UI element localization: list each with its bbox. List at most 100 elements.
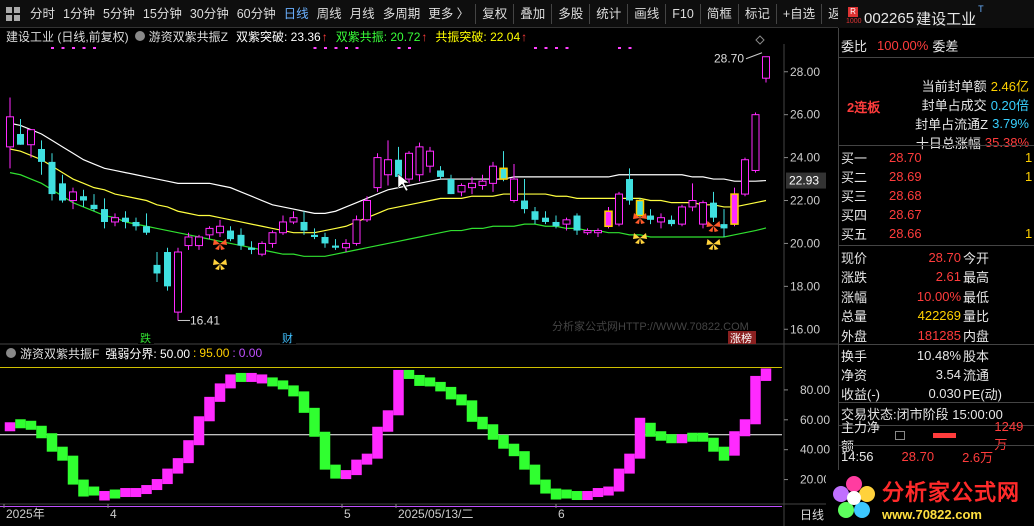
- kline-chart[interactable]: 16.00 18.00 20.00 22.00 24.00 26.00 28.00 22.93…: [0, 28, 838, 526]
- weibi-label: 委比: [841, 39, 868, 54]
- candle-body: [38, 149, 45, 162]
- indicator-bar: [183, 440, 194, 464]
- watermark-text: 分析家公式网HTTP://WWW.70822.COM: [552, 319, 749, 333]
- tool-button-6[interactable]: 简框: [703, 0, 736, 28]
- up-arrow-icon: ↑: [321, 29, 328, 44]
- tool-button-5[interactable]: F10: [668, 0, 698, 28]
- grid-menu-icon[interactable]: [6, 6, 20, 21]
- tab-period-3[interactable]: 15分钟: [139, 0, 186, 28]
- candle-body: [594, 230, 602, 234]
- candle-body: [510, 178, 518, 202]
- candle-body: [363, 200, 371, 221]
- signal-dot: [555, 47, 558, 49]
- tool-button-3[interactable]: 统计: [592, 0, 625, 28]
- price-header: 建设工业 (日线,前复权) 游资双紫共振Z 双紫突破: 23.36↑ 双紫共振: …: [0, 28, 527, 44]
- quote-value: 181285: [917, 327, 961, 343]
- settings-icon[interactable]: [134, 31, 145, 41]
- tab-period-4[interactable]: 30分钟: [186, 0, 233, 28]
- candle-body: [311, 234, 318, 237]
- indicator-bar: [120, 488, 131, 498]
- indicator-v3: 0.00: [238, 346, 263, 360]
- signal-dot: [565, 47, 569, 49]
- indicator-bar: [298, 391, 310, 413]
- bid-row[interactable]: 买三 28.68: [839, 186, 1034, 205]
- butterfly-yellow-icon: [213, 259, 227, 270]
- quote-label: 总量: [841, 309, 868, 325]
- indicator-tick-label: 80.00: [800, 383, 830, 397]
- period-tab-bottom[interactable]: 日线: [800, 506, 824, 523]
- tab-period-9[interactable]: 多周期: [379, 0, 425, 28]
- x-axis-label: 2025年: [6, 507, 45, 521]
- indicator-bar: [172, 458, 184, 474]
- candle-body: [384, 159, 392, 176]
- candle-body: [668, 219, 675, 225]
- tab-period-6[interactable]: 日线: [280, 0, 313, 28]
- bid-row[interactable]: 买五 28.66 1: [839, 224, 1034, 243]
- price-tick-label: 16.00: [790, 322, 820, 336]
- bid-price: 28.66: [889, 226, 922, 241]
- candle-body: [531, 211, 539, 220]
- candle-body: [27, 129, 35, 146]
- indicator-bar: [256, 374, 268, 384]
- stock-suffix: T: [978, 4, 984, 14]
- candle-body: [636, 200, 644, 216]
- diamond-icon: [755, 35, 765, 45]
- bid-label: 买一: [841, 151, 868, 166]
- tab-period-8[interactable]: 月线: [346, 0, 379, 28]
- label-zhangbang: 涨榜: [730, 331, 752, 345]
- indicator-bar: [246, 372, 257, 382]
- candle-body: [731, 194, 738, 225]
- capital-bar: [933, 433, 957, 438]
- bid-row[interactable]: 买四 28.67: [839, 205, 1034, 224]
- candle-body: [195, 236, 203, 247]
- indicator-bar: [571, 491, 583, 501]
- tool-button-1[interactable]: 叠加: [516, 0, 549, 28]
- tool-button-4[interactable]: 画线: [630, 0, 663, 28]
- app-window: 分时 1分钟 5分钟 15分钟 30分钟 60分钟 日线 周线 月线 多周期 更多 〉 复权 叠加 多股…: [0, 0, 1034, 526]
- capital-menu-icon[interactable]: [895, 431, 906, 440]
- tool-button-0[interactable]: 复权: [478, 0, 511, 28]
- tab-period-1[interactable]: 1分钟: [59, 0, 99, 28]
- stock-name: 建设工业: [916, 10, 977, 28]
- candle-body: [132, 221, 140, 227]
- candle-body: [626, 179, 633, 201]
- tool-button-7[interactable]: 标记: [741, 0, 774, 28]
- tool-button-8[interactable]: +自选: [779, 0, 819, 28]
- candle-body: [17, 133, 24, 145]
- tab-period-7[interactable]: 周线: [313, 0, 346, 28]
- indicator-bar: [498, 434, 509, 449]
- price-tick-label: 26.00: [790, 108, 820, 122]
- candle-body: [426, 150, 434, 167]
- indicator-name[interactable]: 游资双紫共振Z: [149, 28, 228, 45]
- indicator-bar: [603, 486, 614, 496]
- tab-period-10[interactable]: 更多 〉: [424, 0, 473, 28]
- bid-row[interactable]: 买一 28.70 1: [839, 148, 1034, 167]
- candle-body: [90, 204, 98, 210]
- butterfly-yellow-icon: [706, 239, 721, 250]
- bid-row[interactable]: 买二 28.69 1: [839, 167, 1034, 186]
- candle-body: [710, 202, 717, 218]
- tool-button-2[interactable]: 多股: [554, 0, 587, 28]
- sub-indicator-name[interactable]: 游资双紫共振F: [20, 345, 99, 362]
- tab-period-0[interactable]: 分时: [26, 0, 59, 28]
- candle-body: [321, 236, 329, 244]
- quote-right-label: 最高: [963, 270, 990, 286]
- bid-label: 买四: [841, 208, 868, 223]
- label-die: 跌: [140, 331, 151, 345]
- quote-value: 0.030: [928, 386, 961, 401]
- logo-sub-text: www.70822.com: [882, 506, 982, 522]
- quote-row: 换手 10.48% 股本: [839, 346, 1034, 365]
- quote-label: 现价: [841, 251, 868, 266]
- indicator-bar: [267, 377, 278, 387]
- indicator-bar: [99, 491, 110, 501]
- tab-period-2[interactable]: 5分钟: [99, 0, 139, 28]
- signal-dot: [334, 47, 338, 49]
- sep-colon-2: :: [232, 346, 236, 360]
- candle-body: [300, 221, 308, 231]
- settings-icon[interactable]: [6, 348, 16, 358]
- tab-period-5[interactable]: 60分钟: [233, 0, 280, 28]
- bid-price: 28.69: [889, 169, 922, 184]
- candle-body: [647, 215, 654, 220]
- candle-body: [615, 193, 623, 225]
- indicator-bar: [624, 453, 635, 474]
